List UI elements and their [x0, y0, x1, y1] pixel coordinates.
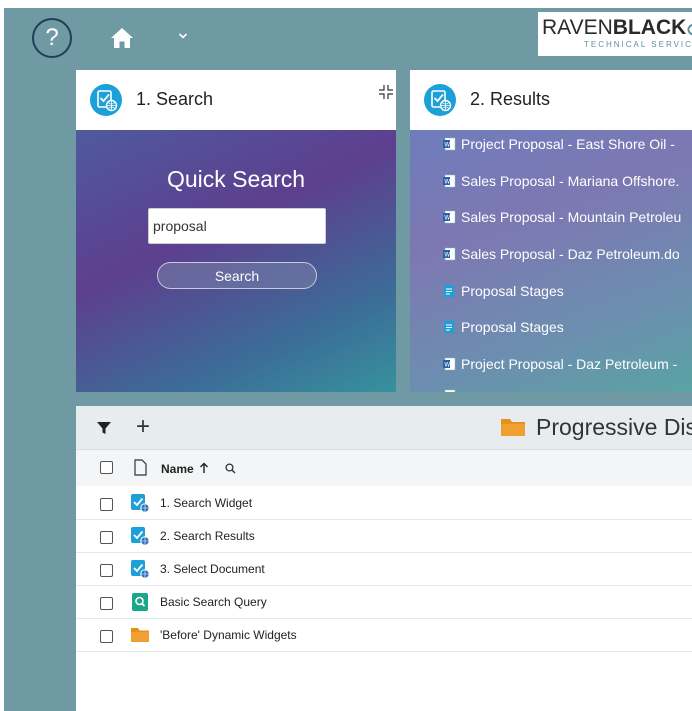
row-name[interactable]: 1. Search Widget [160, 496, 252, 510]
logo-text-2: BLACK [612, 16, 687, 39]
results-widget-title: 2. Results [470, 89, 551, 109]
result-label: Sales Proposal - Mariana Offshore. [461, 173, 680, 189]
widget-icon [424, 84, 456, 116]
doc-icon [444, 285, 454, 297]
svg-text:W: W [444, 142, 450, 149]
list-toolbar: + Progressive Disp [76, 406, 692, 450]
file-type-icon [134, 459, 147, 476]
result-item[interactable]: W Project Proposal - East Shore Oil - [442, 134, 675, 154]
widget-icon [131, 560, 150, 579]
result-item[interactable]: W Project Proposal - Daz Petroleum - [442, 354, 677, 374]
table-row[interactable]: 3. Select Document [76, 553, 692, 586]
row-checkbox[interactable] [100, 630, 113, 643]
row-checkbox[interactable] [100, 531, 113, 544]
search-widget-title: 1. Search [136, 89, 214, 109]
result-label: Proposal Stages [461, 283, 564, 299]
filter-icon[interactable] [96, 420, 112, 436]
chevron-down-icon[interactable] [177, 29, 189, 41]
search-widget-panel: 1. Search Quick Search Search [76, 70, 396, 392]
search-icon[interactable] [225, 463, 236, 474]
name-column-header[interactable]: Name [161, 462, 194, 476]
collapse-icon[interactable] [378, 84, 394, 100]
results-widget-header: 2. Results [410, 70, 692, 130]
result-label: Sales Proposal - Mountain Petroleu [461, 209, 682, 225]
row-checkbox[interactable] [100, 564, 113, 577]
search-button[interactable]: Search [157, 262, 317, 289]
result-label: Sales Proposal - Daz Petroleum.do [461, 246, 680, 262]
word-doc-icon: W [443, 174, 456, 188]
result-item[interactable] [442, 386, 461, 392]
result-label: Project Proposal - East Shore Oil - [461, 136, 675, 152]
sort-ascending-icon[interactable] [199, 462, 209, 474]
search-widget-header: 1. Search [76, 70, 396, 130]
logo-text-1: RAVEN [542, 16, 613, 39]
select-all-checkbox[interactable] [100, 461, 113, 474]
svg-text:W: W [444, 179, 450, 186]
row-checkbox[interactable] [100, 597, 113, 610]
column-header-row: Name [76, 450, 692, 486]
word-doc-icon [444, 389, 456, 392]
table-row[interactable]: 2. Search Results [76, 520, 692, 553]
word-doc-icon: W [443, 247, 456, 261]
word-doc-icon: W [443, 210, 456, 224]
svg-text:W: W [444, 215, 450, 222]
result-label: Project Proposal - Daz Petroleum - [461, 356, 678, 372]
results-list: W Project Proposal - East Shore Oil - W Sa… [410, 130, 692, 392]
doc-icon [444, 321, 454, 333]
add-icon[interactable]: + [136, 415, 150, 439]
result-item[interactable]: Proposal Stages [442, 281, 564, 301]
widget-icon [90, 84, 122, 116]
app-window: ? RAVENBLACK TECHNICAL SERVICES 1. Searc… [4, 8, 692, 711]
logo-subtitle: TECHNICAL SERVICES [584, 40, 692, 49]
result-item[interactable]: W Sales Proposal - Mariana Offshore. [442, 171, 679, 191]
row-checkbox[interactable] [100, 498, 113, 511]
folder-icon [131, 628, 149, 642]
row-name[interactable]: 'Before' Dynamic Widgets [160, 628, 297, 642]
search-query-icon [132, 593, 148, 611]
company-logo: RAVENBLACK TECHNICAL SERVICES [538, 12, 692, 56]
folder-title: Progressive Disp [536, 414, 692, 440]
word-doc-icon: W [443, 357, 456, 371]
home-icon[interactable] [110, 27, 134, 49]
row-name[interactable]: 3. Select Document [160, 562, 265, 576]
help-button[interactable]: ? [32, 18, 72, 58]
quick-search-heading: Quick Search [166, 166, 306, 192]
folder-icon [501, 419, 525, 436]
results-widget-panel: 2. Results W Project Proposal - East Shor… [410, 70, 692, 392]
result-item[interactable]: W Sales Proposal - Daz Petroleum.do [442, 244, 680, 264]
widget-icon [131, 527, 150, 546]
document-list-panel: + Progressive Disp Name 1. Search Widget… [76, 406, 692, 711]
table-row[interactable]: 'Before' Dynamic Widgets [76, 619, 692, 652]
result-item[interactable]: W Sales Proposal - Mountain Petroleu [442, 207, 681, 227]
result-item[interactable]: Proposal Stages [442, 317, 564, 337]
word-doc-icon: W [443, 137, 456, 151]
table-row[interactable]: 1. Search Widget [76, 487, 692, 520]
table-row[interactable]: Basic Search Query [76, 586, 692, 619]
result-label: Proposal Stages [461, 319, 564, 335]
widget-icon [131, 494, 150, 513]
quick-search-area: Quick Search Search [76, 130, 396, 392]
row-name[interactable]: Basic Search Query [160, 595, 267, 609]
svg-text:W: W [444, 362, 450, 369]
row-name[interactable]: 2. Search Results [160, 529, 255, 543]
svg-text:W: W [444, 252, 450, 259]
logo-swirl-icon [687, 24, 692, 36]
search-input[interactable] [148, 208, 326, 244]
